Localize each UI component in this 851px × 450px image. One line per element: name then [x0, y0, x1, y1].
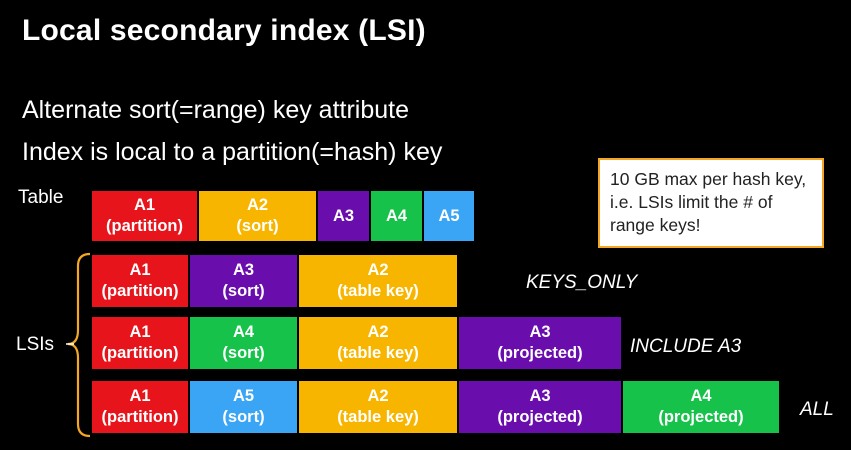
lsi-3-cell-a5: A5 (sort) [189, 380, 298, 434]
lsi-2-cell-a3: A3 (projected) [458, 316, 622, 370]
lsi-1-cell-a2: A2 (table key) [298, 254, 458, 308]
attribute-role: (table key) [337, 282, 419, 300]
attribute-name: A1 [129, 261, 151, 279]
attribute-name: A1 [129, 387, 151, 405]
table-cell-a2: A2 (sort) [198, 190, 317, 242]
table-label: Table [18, 187, 64, 208]
lsi-2-cell-a2: A2 (table key) [298, 316, 458, 370]
lsis-label: LSIs [16, 334, 55, 355]
attribute-role: (table key) [337, 344, 419, 362]
attribute-role: (partition) [106, 217, 183, 235]
table-cell-a5: A5 [423, 190, 475, 242]
attribute-name: A4 [232, 323, 255, 341]
attribute-name: A3 [529, 387, 551, 405]
callout-note: 10 GB max per hash key, i.e. LSIs limit … [598, 158, 824, 248]
attribute-role: (projected) [497, 344, 583, 362]
attribute-name: A3 [232, 261, 255, 279]
table-cell-a4: A4 [370, 190, 423, 242]
attribute-name: A5 [232, 387, 255, 405]
attribute-role: (sort) [222, 344, 265, 362]
attribute-name: A2 [246, 196, 269, 214]
attribute-role: (projected) [497, 408, 583, 426]
table-cell-a3: A3 [317, 190, 370, 242]
projection-label-3: ALL [800, 399, 834, 420]
attribute-role: (sort) [222, 408, 265, 426]
lsi-2-cell-a4: A4 (sort) [189, 316, 298, 370]
lsi-2-cell-a1: A1 (partition) [91, 316, 189, 370]
attribute-name: A5 [438, 206, 460, 225]
lsi-3-cell-a2: A2 (table key) [298, 380, 458, 434]
lsi-3-cell-a4: A4 (projected) [622, 380, 780, 434]
attribute-name: A4 [385, 206, 408, 225]
bullet-local-to-partition: Index is local to a partition(=hash) key [22, 138, 443, 166]
attribute-name: A2 [367, 323, 389, 341]
projection-label-2: INCLUDE A3 [630, 336, 742, 357]
lsi-3-cell-a1: A1 (partition) [91, 380, 189, 434]
projection-label-1: KEYS_ONLY [526, 272, 638, 293]
attribute-name: A2 [367, 261, 389, 279]
attribute-role: (partition) [101, 344, 179, 362]
attribute-name: A1 [129, 323, 151, 341]
lsi-1-cell-a3: A3 (sort) [189, 254, 298, 308]
attribute-name: A1 [133, 196, 156, 214]
attribute-role: (sort) [236, 217, 279, 235]
attribute-name: A4 [690, 387, 712, 405]
bullet-alternate-sort-key: Alternate sort(=range) key attribute [22, 96, 409, 124]
attribute-role: (projected) [658, 408, 744, 426]
lsi-brace [66, 252, 91, 438]
lsi-3-cell-a3: A3 (projected) [458, 380, 622, 434]
attribute-name: A3 [529, 323, 551, 341]
attribute-role: (table key) [337, 408, 419, 426]
attribute-name: A2 [367, 387, 389, 405]
lsi-1-cell-a1: A1 (partition) [91, 254, 189, 308]
attribute-role: (partition) [101, 408, 179, 426]
attribute-role: (sort) [222, 282, 265, 300]
table-cell-a1: A1 (partition) [91, 190, 198, 242]
attribute-name: A3 [332, 206, 355, 225]
slide-title: Local secondary index (LSI) [22, 14, 426, 47]
attribute-role: (partition) [101, 282, 179, 300]
